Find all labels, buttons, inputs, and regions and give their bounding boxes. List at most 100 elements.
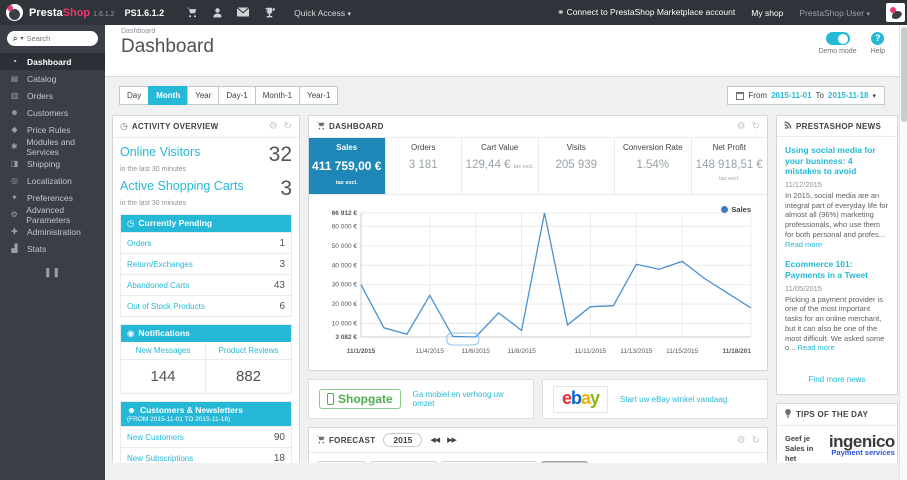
kpi-tab-cart-value[interactable]: Cart Value 129,44 € tax excl.: [462, 138, 539, 194]
user-icon[interactable]: [204, 4, 230, 22]
demo-mode-toggle[interactable]: [825, 32, 850, 45]
user-menu[interactable]: PrestaShop User ▾: [799, 8, 870, 18]
page-header: Dashboard Dashboard Demo mode ? Help: [105, 25, 899, 77]
customers-newsletters-section: ☻ Customers & Newsletters (FROM 2015-11-0…: [120, 401, 292, 463]
customers-icon: ☻: [127, 405, 136, 415]
range-month-1-button[interactable]: Month-1: [254, 86, 300, 105]
sidebar: ⌕ ▾ ◔Dashboard ▤Catalog ▥Orders ☻Custome…: [0, 25, 105, 480]
read-more-link[interactable]: Read more: [798, 343, 835, 352]
my-shop-link[interactable]: My shop: [751, 8, 783, 18]
activity-overview-panel: ◷ ACTIVITY OVERVIEW ⚙ ↻ Online Visitors 32…: [112, 115, 300, 463]
administration-icon: ✚: [11, 227, 18, 236]
kpi-tab-net-profit[interactable]: Net Profit 148 918,51 € tax excl.: [692, 138, 768, 194]
sidebar-item-administration[interactable]: ✚ Administration: [0, 223, 105, 240]
mail-icon[interactable]: [230, 4, 256, 22]
sidebar-item-stats[interactable]: ▟ Stats: [0, 240, 105, 257]
panel-refresh-icon[interactable]: ↻: [752, 121, 760, 132]
forecast-prev-button[interactable]: ◀◀: [430, 436, 440, 444]
customers-date-range: (FROM 2015-11-01 TO 2015-11-18): [127, 416, 231, 423]
toggle-sales[interactable]: Sales: [541, 461, 589, 463]
ebay-promo-link[interactable]: Start uw eBay winkel vandaag: [620, 395, 727, 404]
forecast-next-button[interactable]: ▶▶: [447, 436, 457, 444]
new-messages-cell: New Messages 144: [121, 342, 206, 393]
clock-icon: ◷: [120, 121, 128, 131]
svg-text:11/1/2015: 11/1/2015: [347, 348, 376, 355]
date-toolbar: Day Month Year Day-1 Month-1 Year-1 From…: [105, 77, 899, 105]
stats-icon: ▟: [11, 244, 18, 253]
help-icon[interactable]: ?: [871, 32, 885, 45]
range-day-button[interactable]: Day: [119, 86, 149, 105]
shipping-icon: ◨: [10, 159, 19, 168]
svg-text:11/8/2015: 11/8/2015: [507, 348, 536, 355]
online-visitors-link[interactable]: Online Visitors: [120, 145, 200, 159]
svg-text:60 000 €: 60 000 €: [332, 223, 358, 230]
search-input[interactable]: [26, 34, 85, 43]
toggle-average-cart-value[interactable]: Average Cart Value: [441, 461, 538, 463]
tips-panel-title: TIPS OF THE DAY: [796, 410, 869, 420]
marketplace-link[interactable]: ⚭ Connect to PrestaShop Marketplace acco…: [557, 7, 735, 18]
sales-chart-area: 11/1/2015 11/4/2015 11/6/2015 11/8/2015 11/1…: [309, 195, 767, 370]
prestashop-logo[interactable]: PrestaShop 1.6.1.2: [0, 4, 125, 21]
kpi-tab-sales[interactable]: Sales 411 759,00 € tax excl.: [309, 138, 386, 194]
brand-name: PrestaShop 1.6.1.2: [29, 6, 115, 19]
dashboard-panel: DASHBOARD ⚙ ↻ Sales 411 759,00 € tax excl.…: [308, 115, 768, 371]
news-panel-title: PRESTASHOP NEWS: [796, 121, 882, 131]
prestashop-panda-icon: [6, 4, 23, 21]
search-icon: ⌕: [13, 33, 18, 43]
currently-pending-section: ◷ Currently Pending Orders 1 Return/Exchan…: [120, 214, 292, 317]
kpi-tab-orders[interactable]: Orders 3 181: [386, 138, 462, 194]
forecast-panel: FORECAST 2015 ◀◀ ▶▶ ⚙ ↻ Traffic Conversio…: [308, 427, 768, 463]
svg-text:10 000 €: 10 000 €: [332, 321, 358, 328]
date-range-picker[interactable]: From 2015-11-01 To 2015-11-18 ▾: [727, 86, 885, 105]
sidebar-item-price-rules[interactable]: ◆ Price Rules: [0, 121, 105, 138]
sidebar-item-shipping[interactable]: ◨ Shipping: [0, 155, 105, 172]
toggle-traffic[interactable]: Traffic: [317, 461, 366, 463]
user-avatar[interactable]: [886, 3, 905, 22]
active-carts-link[interactable]: Active Shopping Carts: [120, 179, 244, 193]
range-year-1-button[interactable]: Year-1: [299, 86, 339, 105]
sidebar-item-advanced-parameters[interactable]: ⚙ Advanced Parameters: [0, 205, 105, 225]
cart-icon[interactable]: [178, 4, 204, 22]
panel-settings-icon[interactable]: ⚙: [737, 435, 746, 446]
panel-settings-icon[interactable]: ⚙: [737, 121, 746, 132]
svg-text:3 082 €: 3 082 €: [335, 334, 357, 341]
shopgate-promo-link[interactable]: Ga mobiel en verhoog uw omzet: [413, 390, 523, 408]
sidebar-search[interactable]: ⌕ ▾: [7, 31, 98, 46]
sales-legend-dot: [721, 206, 729, 213]
sidebar-item-orders[interactable]: ▥ Orders: [0, 87, 105, 104]
range-month-button[interactable]: Month: [148, 86, 188, 105]
trophy-icon[interactable]: [256, 4, 282, 22]
range-day-1-button[interactable]: Day-1: [218, 86, 255, 105]
pending-clock-icon: ◷: [127, 218, 135, 228]
panel-refresh-icon[interactable]: ↻: [752, 435, 760, 446]
tips-headline: Geef je Sales in het buitenland een Boos…: [785, 434, 814, 463]
kpi-tabs: Sales 411 759,00 € tax excl. Orders 3 181 …: [309, 138, 767, 195]
caret-down-icon: ▾: [866, 10, 870, 18]
sidebar-item-modules[interactable]: ✱ Modules and Services: [0, 137, 105, 157]
kpi-tab-visits[interactable]: Visits 205 939: [539, 138, 615, 194]
sidebar-item-catalog[interactable]: ▤ Catalog: [0, 70, 105, 87]
scrollbar-thumb[interactable]: [901, 27, 907, 122]
forecast-year-badge: 2015: [383, 433, 423, 447]
sidebar-item-localization[interactable]: ◎ Localization: [0, 172, 105, 189]
sidebar-collapse-button[interactable]: ❚❚: [0, 267, 105, 278]
toggle-conversion[interactable]: Conversion: [369, 461, 438, 463]
quick-access-menu[interactable]: Quick Access ▾: [294, 8, 351, 18]
sales-chart: 11/1/2015 11/4/2015 11/6/2015 11/8/2015 11/1…: [332, 210, 752, 355]
breadcrumb[interactable]: Dashboard: [121, 28, 883, 35]
svg-text:11/18/201: 11/18/201: [722, 348, 751, 355]
panel-settings-icon[interactable]: ⚙: [269, 121, 278, 132]
search-caret-icon[interactable]: ▾: [20, 35, 23, 42]
panel-refresh-icon[interactable]: ↻: [284, 121, 292, 132]
sidebar-item-preferences[interactable]: ✦ Preferences: [0, 189, 105, 206]
sidebar-item-dashboard[interactable]: ◔ Dashboard: [0, 53, 105, 70]
range-year-button[interactable]: Year: [187, 86, 219, 105]
svg-text:11/15/2015: 11/15/2015: [666, 348, 698, 355]
kpi-tab-conversion-rate[interactable]: Conversion Rate 1.54%: [615, 138, 692, 194]
demo-mode-label: Demo mode: [818, 48, 857, 55]
page-scrollbar[interactable]: [899, 25, 907, 480]
read-more-link[interactable]: Read more: [785, 240, 822, 249]
find-more-news-link[interactable]: Find more news: [777, 367, 897, 394]
sidebar-item-customers[interactable]: ☻ Customers: [0, 104, 105, 121]
demo-mode-control: Demo mode: [818, 32, 857, 55]
